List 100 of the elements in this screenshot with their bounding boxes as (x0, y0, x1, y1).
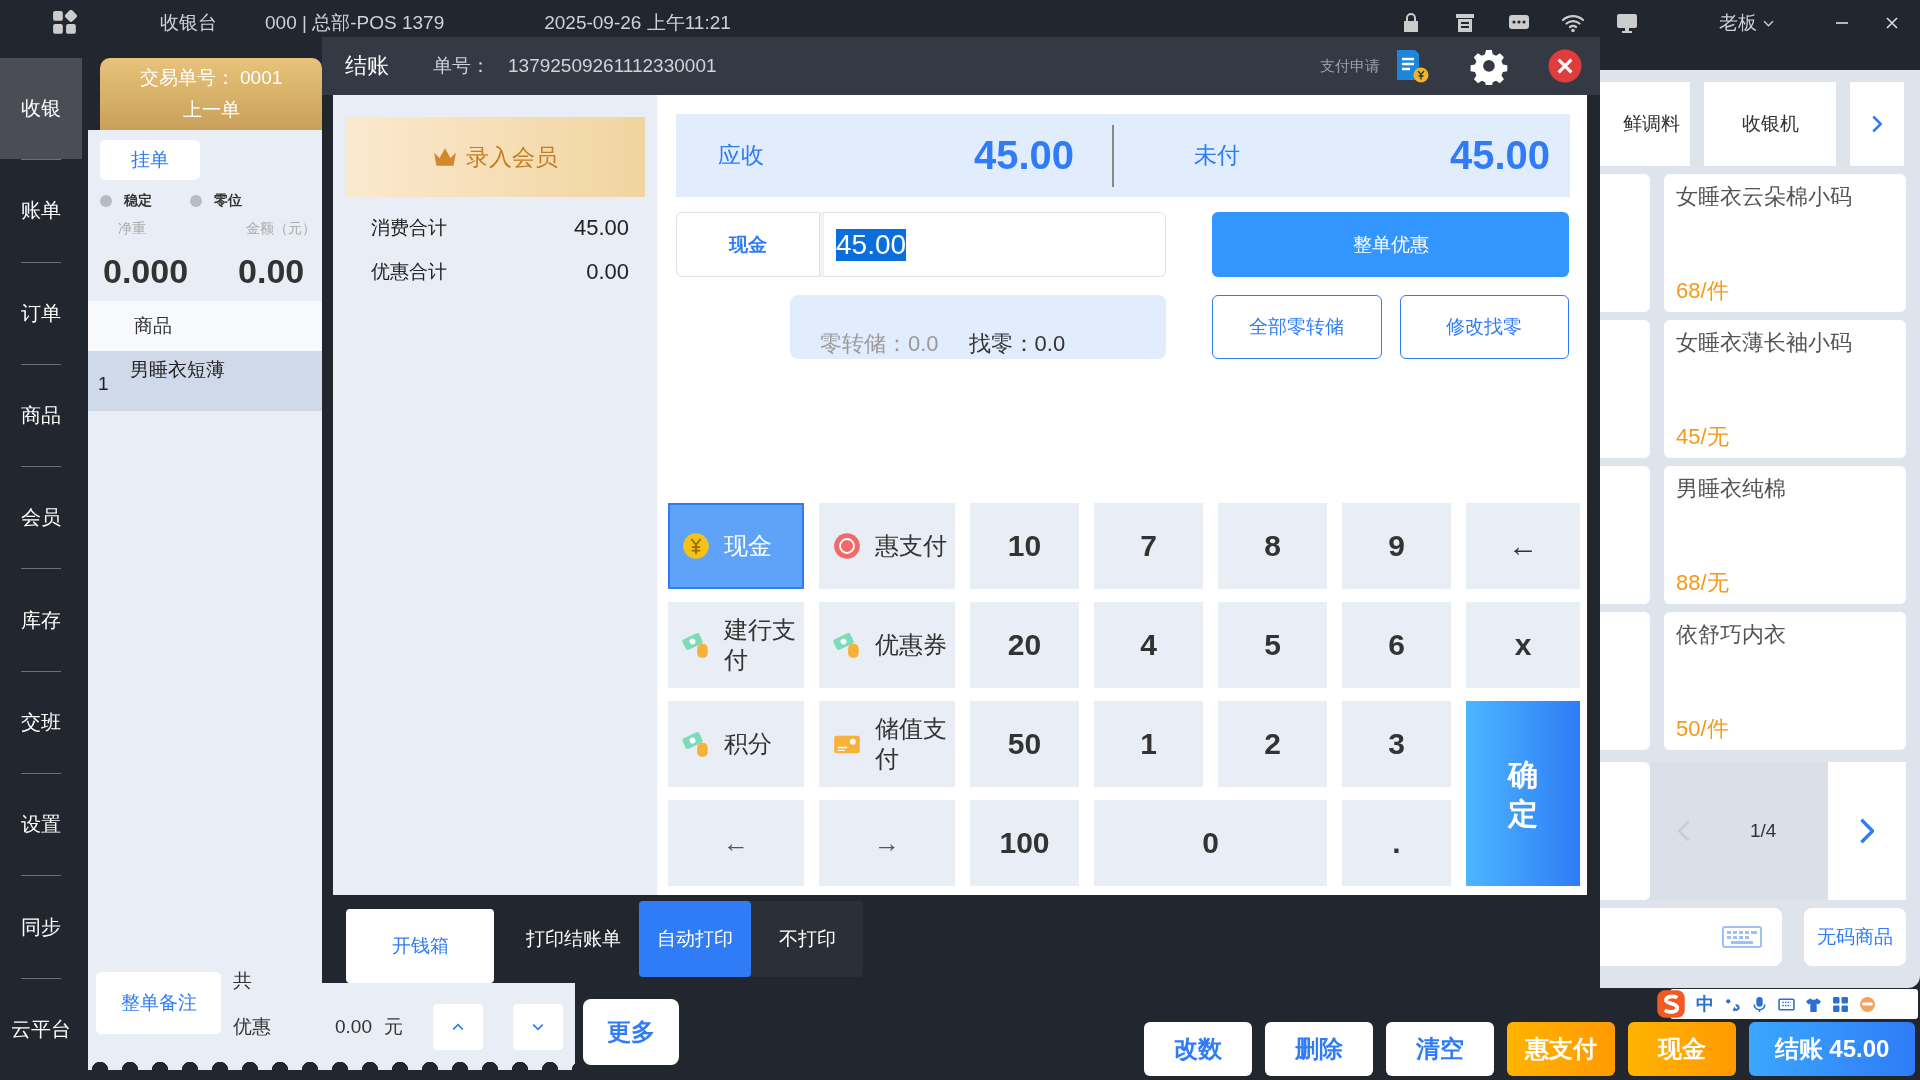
apps-icon[interactable] (52, 10, 78, 36)
payment-method-button[interactable]: 惠支付 (819, 503, 955, 589)
keypad-key[interactable]: 4 (1094, 602, 1203, 688)
receivable-amount: 45.00 (973, 133, 1074, 178)
indicator-label: 稳定 (124, 192, 152, 210)
nav-item[interactable]: 设置 (0, 774, 82, 876)
keypad-key[interactable]: 2 (1218, 701, 1327, 787)
nav-item[interactable]: 库存 (0, 569, 82, 671)
chevron-right-icon (1860, 818, 1874, 844)
total-value: 45.00 (573, 215, 629, 241)
amount-value: 0.00 (238, 252, 305, 291)
product-price: 50/件 (1676, 715, 1730, 743)
close-icon[interactable] (1548, 49, 1582, 83)
product-name: 女睡衣云朵棉小码 (1676, 183, 1853, 211)
keypad-key[interactable]: 10 (970, 503, 1079, 589)
print-option[interactable]: 自动打印 (639, 901, 751, 977)
coin-icon (682, 532, 710, 560)
nav-item[interactable]: 云平台 (0, 978, 82, 1080)
invoice-icon[interactable] (1394, 48, 1430, 84)
cash-icon (833, 631, 861, 659)
keypad-key[interactable]: x (1466, 602, 1580, 688)
keypad-key[interactable]: 100 (970, 800, 1079, 886)
total-label: 消费合计 (371, 216, 447, 240)
ime-logo-icon[interactable] (1656, 989, 1686, 1019)
chevron-down-icon (1763, 19, 1774, 27)
nav-item[interactable]: 账单 (0, 160, 82, 262)
category-tab[interactable]: 收银机 (1704, 82, 1836, 166)
keypad-key[interactable]: 5 (1218, 602, 1327, 688)
payment-method-button[interactable]: 积分 (668, 701, 804, 787)
crown-icon (432, 146, 458, 168)
search-field[interactable] (1600, 908, 1783, 966)
keypad-key[interactable]: 8 (1218, 503, 1327, 589)
action-button[interactable]: 删除 (1265, 1022, 1373, 1076)
store-all-change-button[interactable]: 全部零转储 (1212, 295, 1382, 359)
chevron-down-icon (532, 1023, 544, 1031)
action-button[interactable]: 改数 (1144, 1022, 1252, 1076)
product-name: 依舒巧内衣 (1676, 621, 1787, 649)
keypad-key[interactable]: 50 (970, 701, 1079, 787)
product-card[interactable]: 男睡衣纯棉 88/无 (1664, 466, 1906, 604)
keypad-key[interactable]: 1 (1094, 701, 1203, 787)
microphone-icon[interactable] (1751, 995, 1768, 1013)
order-number: 13792509261112330001 (508, 55, 717, 77)
order-note-button[interactable]: 整单备注 (96, 972, 221, 1034)
print-receipt-label: 打印结账单 (526, 927, 621, 951)
column-header: 商品 (134, 314, 172, 338)
action-button[interactable]: 清空 (1386, 1022, 1494, 1076)
edit-change-button[interactable]: 修改找零 (1399, 295, 1569, 359)
keypad-key[interactable]: ← (668, 800, 804, 886)
category-tab[interactable]: 鲜调料 (1600, 82, 1690, 166)
keypad-key[interactable]: 9 (1342, 503, 1451, 589)
keypad-key[interactable]: ← (1466, 503, 1580, 589)
keypad-key[interactable]: . (1342, 800, 1451, 886)
payment-method-button[interactable]: 建行支付 (668, 602, 804, 688)
hold-button[interactable]: 挂单 (100, 140, 200, 180)
keypad-key[interactable]: → (819, 800, 955, 886)
datetime-label: 2025-09-26 上午11:21 (544, 11, 731, 35)
keypad-key[interactable]: 3 (1342, 701, 1451, 787)
settings-icon[interactable] (1470, 47, 1508, 85)
change-label: 找零：0.0 (968, 330, 1066, 358)
discount-label: 优惠 (233, 1015, 271, 1039)
nav-item[interactable]: 收银 (0, 58, 82, 160)
user-menu[interactable]: 老板 (1719, 10, 1774, 36)
nav-item[interactable]: 会员 (0, 467, 82, 569)
input-mode-label[interactable]: 中 (1696, 992, 1714, 1016)
total-value: 0.00 (586, 259, 629, 285)
keypad-key[interactable]: 0 (1094, 800, 1327, 886)
keypad-key[interactable]: 7 (1094, 503, 1203, 589)
nav-item[interactable]: 订单 (0, 262, 82, 364)
monitor-icon[interactable] (1615, 11, 1639, 35)
nav-item[interactable]: 交班 (0, 671, 82, 774)
weight-label: 净重 (118, 220, 146, 238)
product-card[interactable]: 女睡衣薄长袖小码 45/无 (1664, 320, 1906, 458)
dialog-title: 结账 (345, 52, 389, 80)
payment-method-button[interactable]: 现金 (676, 212, 820, 277)
more-button[interactable]: 更多 (583, 999, 679, 1065)
payment-method-button[interactable]: 储值支付 (819, 701, 955, 787)
payment-request-link[interactable]: 支付申请 (1320, 56, 1380, 76)
no-barcode-button[interactable]: 无码商品 (1804, 908, 1906, 966)
receivable-label: 应收 (718, 141, 764, 170)
keyboard-icon[interactable] (1778, 995, 1795, 1013)
page-indicator: 1/4 (1750, 820, 1777, 842)
cash-icon (682, 631, 710, 659)
product-card[interactable]: 依舒巧内衣 50/件 (1664, 612, 1906, 750)
product-card[interactable]: 女睡衣云朵棉小码 68/件 (1664, 174, 1906, 312)
keypad-key[interactable]: 20 (970, 602, 1079, 688)
chevron-right-icon (1872, 115, 1882, 133)
grid-icon[interactable] (1832, 995, 1849, 1013)
receipt-icon[interactable] (1453, 11, 1477, 35)
nav-item[interactable]: 商品 (0, 364, 82, 467)
change-stored-label: 零转储：0.0 (820, 330, 939, 358)
keypad-key[interactable]: 6 (1342, 602, 1451, 688)
amount-field[interactable]: 45.00 (820, 212, 1166, 277)
unit-label: 元 (384, 1015, 403, 1039)
open-drawer-button[interactable]: 开钱箱 (346, 909, 494, 983)
print-option[interactable]: 不打印 (751, 901, 863, 977)
nav-item[interactable]: 同步 (0, 876, 82, 978)
badge-icon (833, 532, 861, 560)
shirt-icon[interactable] (1805, 995, 1822, 1013)
close-icon[interactable] (1884, 15, 1900, 31)
payment-method-button[interactable]: 优惠券 (819, 602, 955, 688)
